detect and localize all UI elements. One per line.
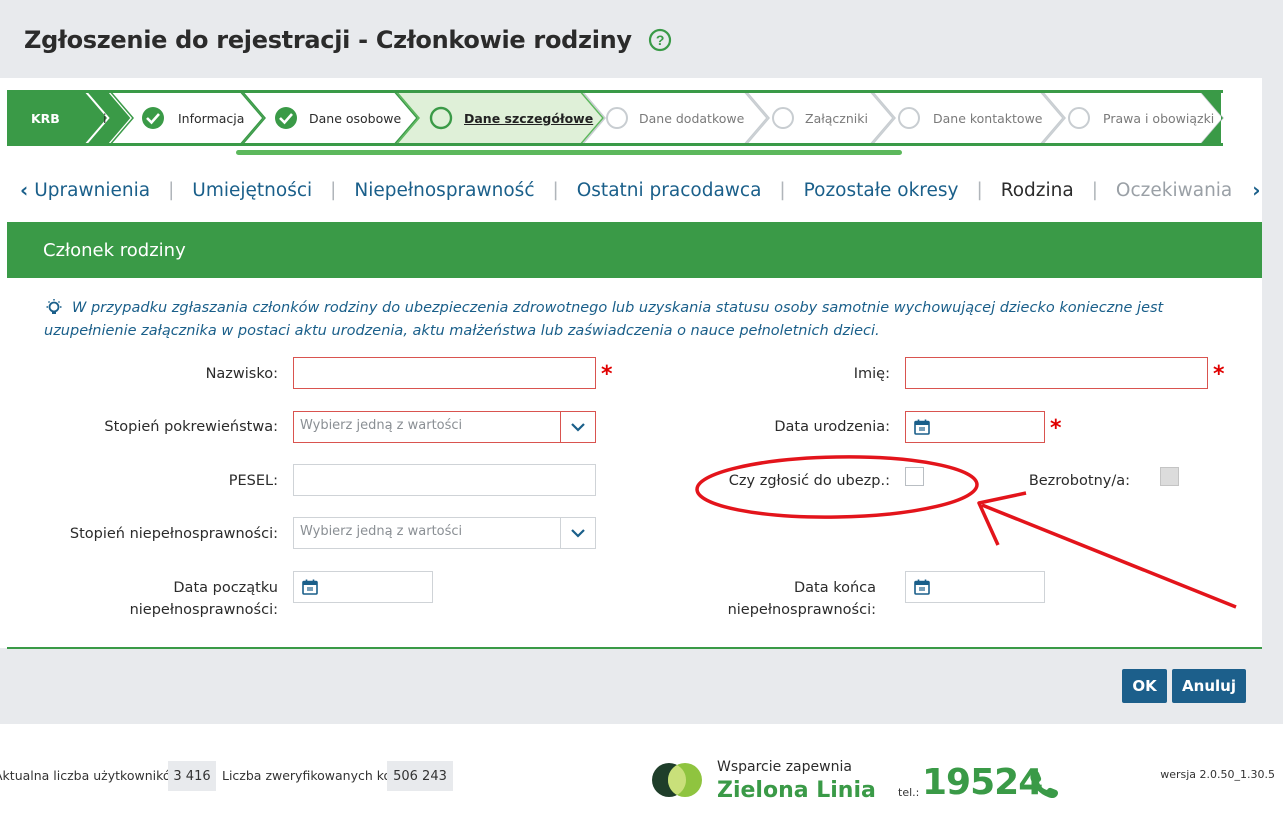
chevron-left-icon[interactable]: ‹ <box>20 178 28 202</box>
calendar-icon[interactable] <box>914 579 930 595</box>
step-informacja[interactable]: Informacja <box>178 90 244 146</box>
data-konca-input[interactable] <box>905 571 1045 603</box>
step-zalaczniki: Załączniki <box>805 110 868 126</box>
stopien-pokrewienstwa-label: Stopień pokrewieństwa: <box>104 419 278 435</box>
pesel-label: PESEL: <box>228 473 278 489</box>
users-count-label: Aktualna liczba użytkowników: <box>0 768 185 783</box>
data-poczatku-label: Data początku niepełnosprawności: <box>100 577 278 621</box>
phone-icon <box>1030 770 1058 799</box>
zielona-linia-logo <box>652 763 702 797</box>
stopien-pokrewienstwa-select[interactable]: Wybierz jedną z wartości <box>293 411 596 443</box>
tel-label: tel.: <box>898 786 920 799</box>
info-text: W przypadku zgłaszania członków rodziny … <box>44 300 1164 339</box>
section-title: Członek rodziny <box>43 239 186 261</box>
calendar-icon[interactable] <box>302 579 318 595</box>
data-urodzenia-label: Data urodzenia: <box>774 419 890 435</box>
step-i[interactable]: i <box>103 90 106 146</box>
select-toggle[interactable] <box>560 412 595 442</box>
cancel-button[interactable]: Anuluj <box>1172 669 1246 703</box>
select-toggle[interactable] <box>560 518 595 548</box>
tab-umiejetnosci[interactable]: Umiejętności <box>192 180 312 201</box>
check-circle-icon <box>275 107 297 129</box>
support-label: Wsparcie zapewnia <box>717 759 852 775</box>
data-poczatku-label-line1: Data początku <box>173 580 278 596</box>
required-marker: * <box>1213 362 1225 387</box>
step-dane-osobowe[interactable]: Dane osobowe <box>309 90 401 146</box>
step-dane-kontaktowe: Dane kontaktowe <box>933 110 1043 126</box>
imie-label: Imię: <box>853 366 890 382</box>
tab-pozostale-okresy[interactable]: Pozostałe okresy <box>804 180 959 201</box>
help-icon[interactable]: ? <box>648 28 672 52</box>
page-title: Zgłoszenie do rejestracji - Członkowie r… <box>24 26 672 54</box>
verified-count-label: Liczba zweryfikowanych kont: <box>222 768 409 783</box>
tab-separator: | <box>1091 179 1098 201</box>
check-circle-icon <box>142 107 164 129</box>
bezrobotny-checkbox <box>1160 467 1179 486</box>
bezrobotny-label: Bezrobotny/a: <box>1028 473 1130 489</box>
step-krb[interactable]: KRB <box>31 90 60 146</box>
tel-number: 19524 <box>922 762 1043 803</box>
pesel-input[interactable] <box>293 464 596 496</box>
data-konca-label: Data końca niepełnosprawności: <box>690 577 876 621</box>
data-konca-label-line2: niepełnosprawności: <box>727 602 876 618</box>
info-message: W przypadku zgłaszania członków rodziny … <box>44 297 1204 342</box>
chevron-down-icon <box>571 529 585 538</box>
tab-separator: | <box>330 179 337 201</box>
step-dane-dodatkowe: Dane dodatkowe <box>639 110 745 126</box>
required-marker: * <box>601 362 613 387</box>
czy-zglosic-checkbox[interactable] <box>905 467 924 486</box>
data-poczatku-label-line2: niepełnosprawności: <box>129 602 278 618</box>
tab-separator: | <box>168 179 175 201</box>
step-progress-bar <box>236 150 902 155</box>
tab-niepelnosprawnosc[interactable]: Niepełnosprawność <box>354 180 534 201</box>
data-konca-label-line1: Data końca <box>793 580 876 596</box>
nazwisko-label: Nazwisko: <box>205 366 278 382</box>
data-poczatku-input[interactable] <box>293 571 433 603</box>
subsection-tabs: ‹ Uprawnienia | Umiejętności | Niepełnos… <box>20 176 1261 204</box>
section-header: Członek rodziny <box>7 222 1262 278</box>
chevron-down-icon <box>571 423 585 432</box>
form-bottom-border <box>7 647 1262 649</box>
tab-separator: | <box>552 179 559 201</box>
step-dane-szczegolowe[interactable]: Dane szczegółowe <box>464 90 593 146</box>
stopien-niepelnosprawnosci-label: Stopień niepełnosprawności: <box>69 526 278 542</box>
imie-input[interactable] <box>905 357 1208 389</box>
step-prawa-i-obowiazki: Prawa i obowiązki <box>1103 110 1215 126</box>
tab-uprawnienia[interactable]: Uprawnienia <box>34 180 150 201</box>
data-urodzenia-input[interactable] <box>905 411 1045 443</box>
svg-text:?: ? <box>656 32 664 48</box>
chevron-right-icon[interactable]: › <box>1252 178 1260 202</box>
required-marker: * <box>1050 416 1062 441</box>
select-placeholder: Wybierz jedną z wartości <box>300 418 463 433</box>
nazwisko-input[interactable] <box>293 357 596 389</box>
czy-zglosic-label: Czy zgłosić do ubezp.: <box>728 473 890 489</box>
calendar-icon[interactable] <box>914 419 930 435</box>
version-info: wersja 2.0.50_1.30.5 <box>1160 768 1275 781</box>
tab-oczekiwania: Oczekiwania <box>1115 179 1233 201</box>
registration-stepper: KRB i Informacja Dane osobowe Dane szcze… <box>7 90 1262 146</box>
tab-rodzina[interactable]: Rodzina <box>1001 180 1074 201</box>
stopien-niepelnosprawnosci-select[interactable]: Wybierz jedną z wartości <box>293 517 596 549</box>
verified-count-value: 506 243 <box>387 761 453 791</box>
users-count-value: 3 416 <box>168 761 216 791</box>
tab-ostatni-pracodawca[interactable]: Ostatni pracodawca <box>577 180 762 201</box>
tab-separator: | <box>779 179 786 201</box>
page-title-text: Zgłoszenie do rejestracji - Członkowie r… <box>24 26 632 54</box>
tab-separator: | <box>976 179 983 201</box>
ok-button[interactable]: OK <box>1122 669 1167 703</box>
support-name: Zielona Linia <box>717 778 876 803</box>
select-placeholder: Wybierz jedną z wartości <box>300 524 463 539</box>
